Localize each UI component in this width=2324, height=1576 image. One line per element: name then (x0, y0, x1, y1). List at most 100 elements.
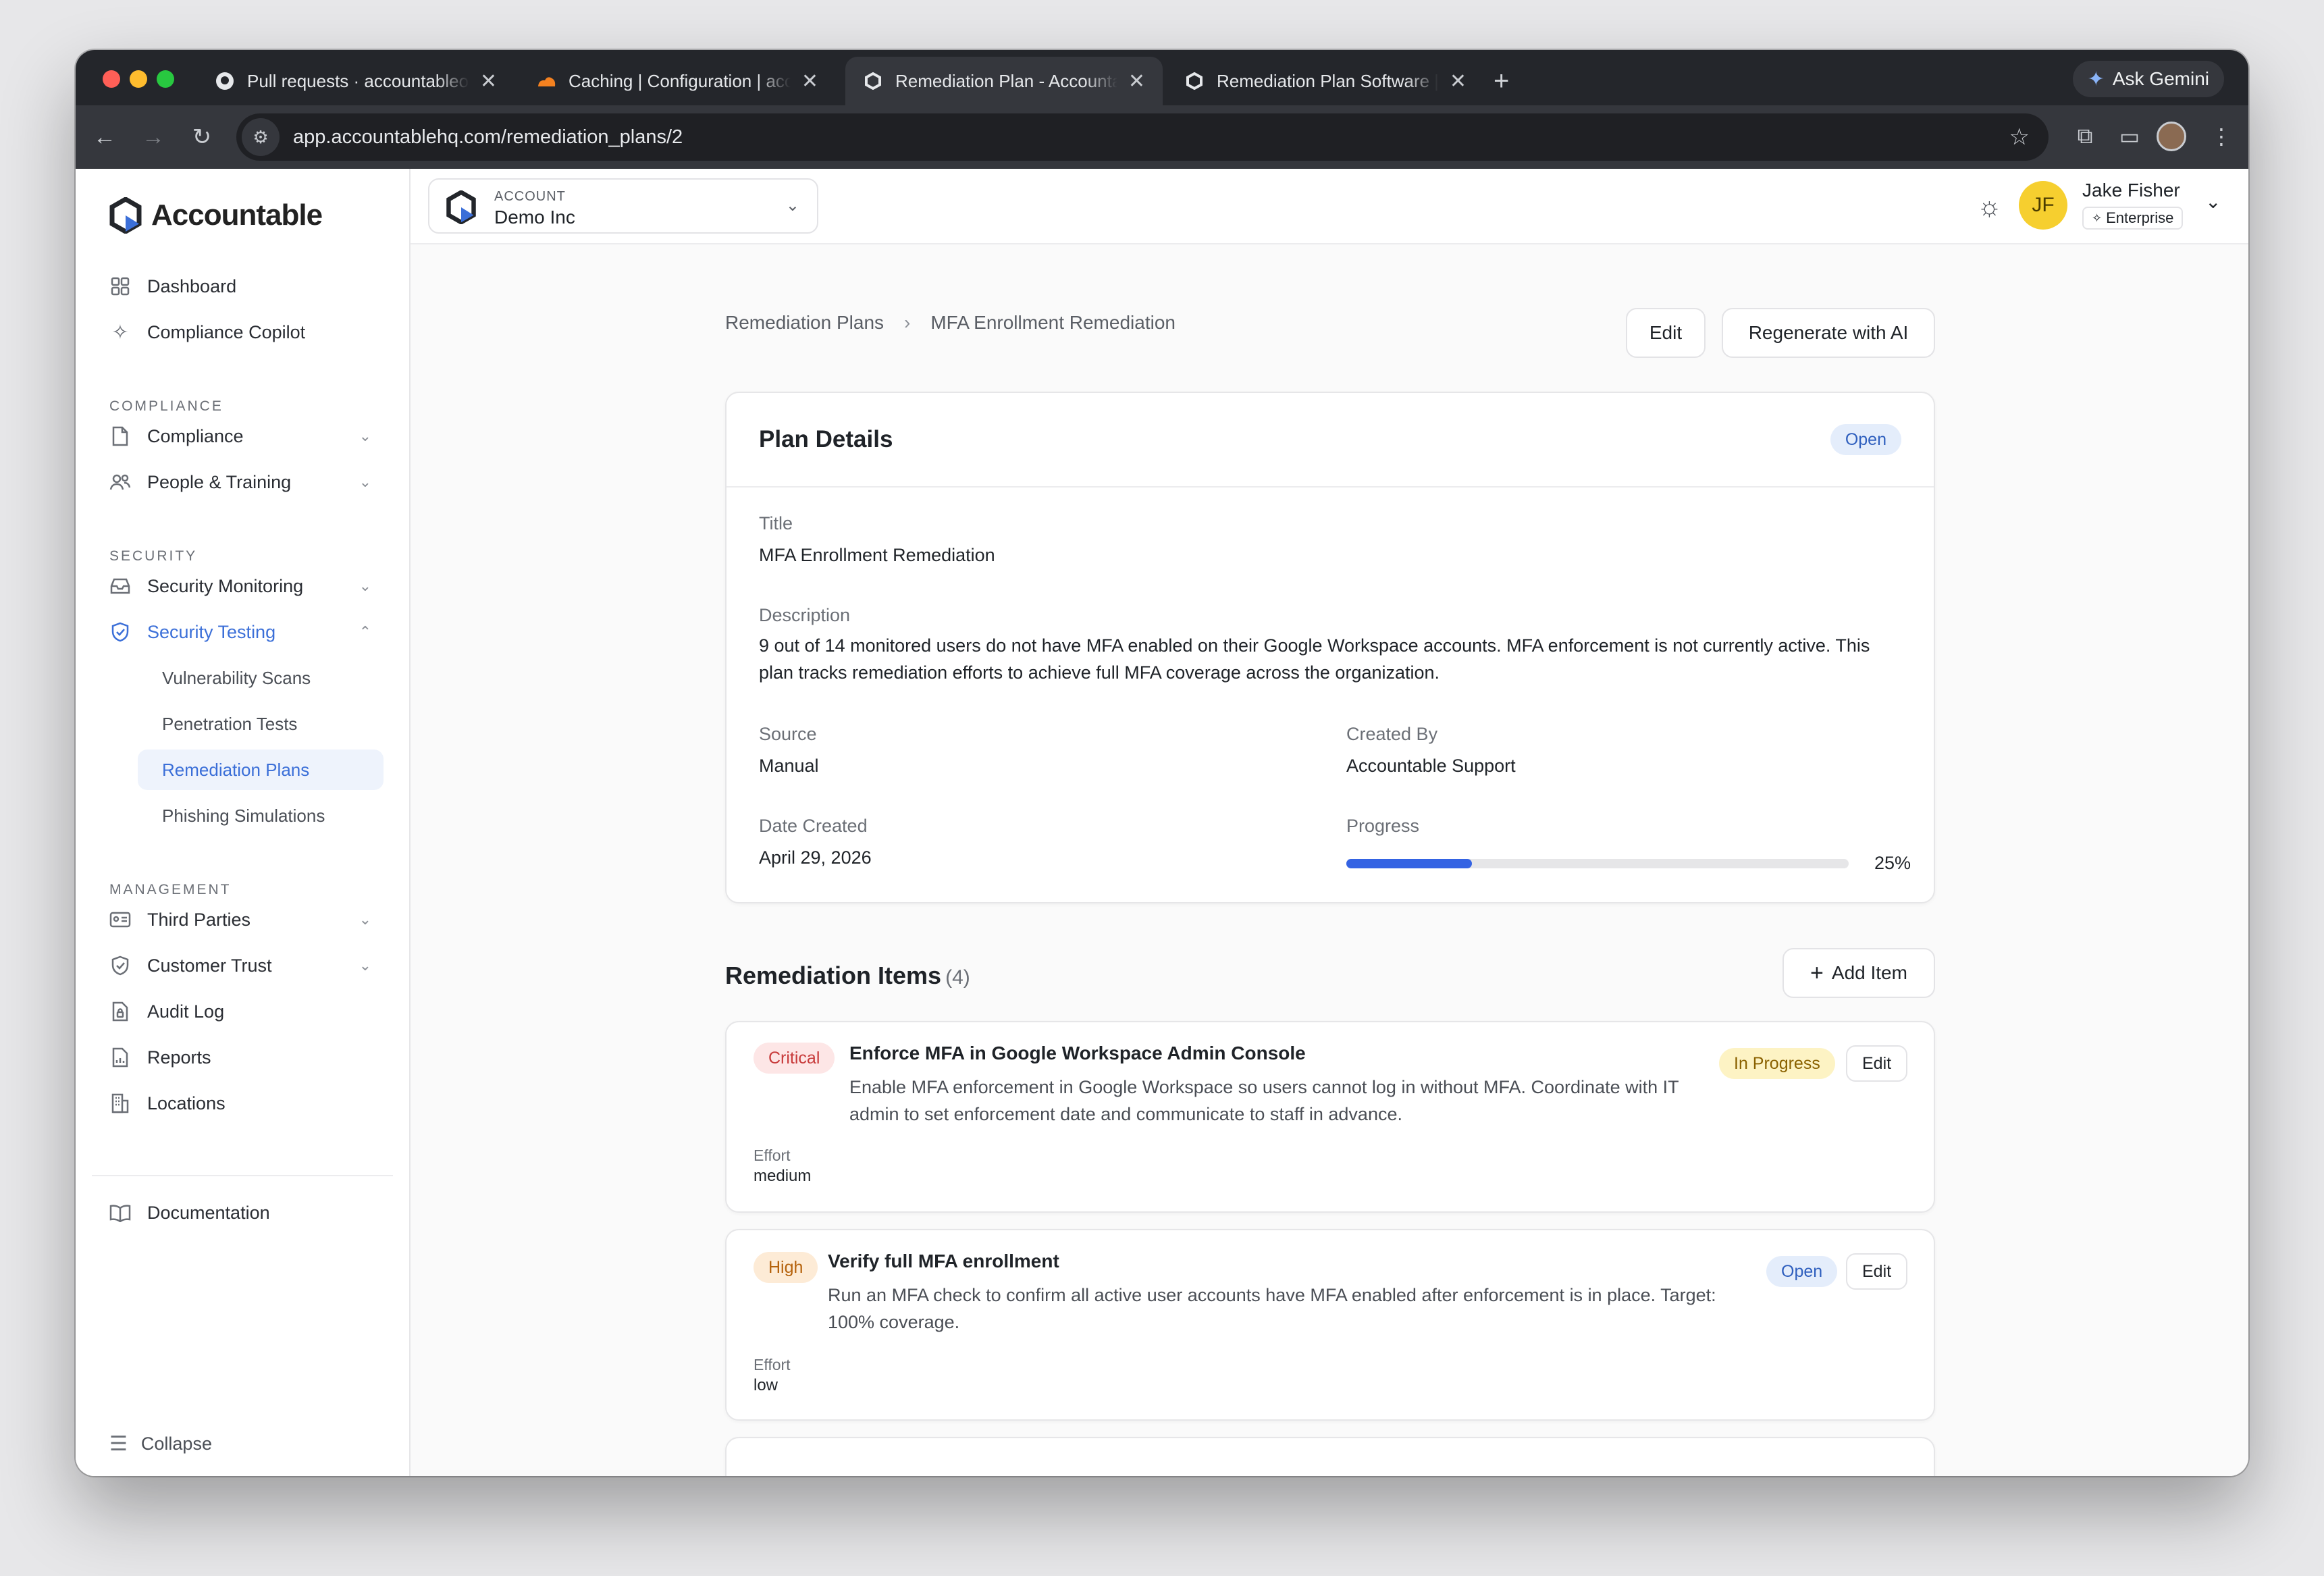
plan-details-card: Plan Details Open Title MFA Enrollment R… (725, 392, 1935, 903)
title-label: Title (759, 513, 793, 533)
effort-value: medium (754, 1167, 812, 1185)
main-content: Remediation Plans › MFA Enrollment Remed… (411, 244, 2248, 1476)
close-window-icon[interactable] (103, 70, 120, 88)
sparkles-icon: ✧ (111, 321, 129, 344)
section-security: SECURITY (109, 548, 198, 564)
item-title: Enforce MFA in Google Workspace Admin Co… (849, 1043, 1306, 1063)
progress-label: Progress (1346, 816, 1420, 836)
ask-gemini-button[interactable]: ✦ Ask Gemini (2072, 61, 2224, 97)
user-name[interactable]: Jake Fisher (2082, 180, 2180, 201)
regenerate-with-ai-button[interactable]: Regenerate with AI (1722, 308, 1935, 358)
close-tab-icon[interactable]: ✕ (801, 70, 818, 93)
item-edit-button[interactable]: Edit (1846, 1253, 1908, 1290)
user-menu-chevron-icon[interactable]: ⌄ (2205, 190, 2221, 213)
plan-badge: ✧ Enterprise (2082, 207, 2184, 230)
source-label: Source (759, 724, 817, 744)
sidebar-item-dashboard[interactable]: Dashboard (108, 266, 378, 307)
description-value: 9 out of 14 monitored users do not have … (759, 635, 1870, 683)
inbox-icon (108, 574, 132, 598)
item-description: Enable MFA enforcement in Google Workspa… (849, 1077, 1679, 1124)
title-value: MFA Enrollment Remediation (759, 545, 995, 565)
remediation-items-heading: Remediation Items (4) (725, 962, 970, 989)
forward-arrow-icon[interactable]: → (136, 120, 170, 154)
browser-tab-github[interactable]: Pull requests · accountableorg ✕ (197, 57, 514, 105)
chevron-up-icon: ⌃ (359, 623, 371, 640)
back-arrow-icon[interactable]: ← (88, 120, 122, 154)
close-tab-icon[interactable]: ✕ (1450, 70, 1467, 93)
sidebar-item-remediation-plans[interactable]: Remediation Plans (138, 750, 384, 790)
section-management: MANAGEMENT (109, 882, 232, 897)
app: Accountable Dashboard ✧ Compliance Copil… (76, 169, 2248, 1476)
priority-badge: Critical (754, 1043, 835, 1074)
github-icon (215, 71, 235, 91)
date-created-label: Date Created (759, 816, 868, 836)
maximize-window-icon[interactable] (157, 70, 174, 88)
progress-value: 25% (1874, 853, 1911, 873)
url-text[interactable]: app.accountablehq.com/remediation_plans/… (293, 126, 683, 149)
site-settings-icon[interactable]: ⚙ (242, 118, 280, 156)
sidebar-item-people-training[interactable]: People & Training ⌄ (108, 462, 378, 502)
source-value: Manual (759, 756, 819, 776)
id-card-icon (108, 908, 132, 932)
browser-profile-avatar[interactable] (2157, 122, 2186, 151)
browser-menu-icon[interactable]: ⋮ (2204, 119, 2239, 154)
item-status-badge: Open (1766, 1256, 1838, 1287)
report-file-icon (108, 1045, 132, 1070)
brand-logo[interactable]: Accountable (109, 197, 323, 234)
browser-tab-remediation-plan[interactable]: Remediation Plan - Accountable ✕ (845, 57, 1163, 105)
plus-icon: + (1810, 960, 1824, 986)
date-created-value: April 29, 2026 (759, 847, 872, 868)
account-logo-icon (446, 190, 477, 228)
sidebar-item-vulnerability-scans[interactable]: Vulnerability Scans (138, 658, 384, 698)
new-tab-icon[interactable]: + (1494, 63, 1509, 99)
breadcrumb-parent-link[interactable]: Remediation Plans (725, 312, 884, 334)
accountable-favicon-icon (863, 71, 883, 91)
browser-window: Pull requests · accountableorg ✕ Caching… (76, 50, 2248, 1476)
sidebar-item-documentation[interactable]: Documentation (108, 1192, 378, 1233)
sidebar-item-locations[interactable]: Locations (108, 1083, 378, 1124)
sidebar-item-security-monitoring[interactable]: Security Monitoring ⌄ (108, 566, 378, 606)
item-title: Verify full MFA enrollment (828, 1251, 1059, 1271)
sidebar-item-customer-trust[interactable]: Customer Trust ⌄ (108, 945, 378, 986)
sidebar: Accountable Dashboard ✧ Compliance Copil… (76, 169, 411, 1476)
effort-value: low (754, 1376, 778, 1394)
accountable-favicon-icon (1184, 71, 1205, 91)
collapse-sidebar-button[interactable]: ☰ Collapse (109, 1432, 212, 1456)
sidebar-item-audit-log[interactable]: Audit Log (108, 991, 378, 1032)
reload-icon[interactable]: ↻ (185, 120, 219, 154)
item-edit-button[interactable]: Edit (1846, 1045, 1908, 1082)
sidebar-item-third-parties[interactable]: Third Parties ⌄ (108, 899, 378, 940)
created-by-label: Created By (1346, 724, 1438, 744)
sidebar-item-compliance-copilot[interactable]: ✧ Compliance Copilot (108, 312, 378, 352)
chevron-down-icon: ⌄ (359, 911, 371, 928)
theme-toggle-sun-icon[interactable]: ☼ (1977, 192, 2002, 222)
remediation-item-card: Critical Enforce MFA in Google Workspace… (725, 1021, 1935, 1213)
progress-bar-fill (1346, 859, 1472, 868)
sidebar-item-compliance[interactable]: Compliance ⌄ (108, 416, 378, 456)
account-switcher[interactable]: ACCOUNT Demo Inc ⌄ (428, 178, 818, 234)
tab-search-icon[interactable]: ▭ (2112, 119, 2147, 154)
sidebar-divider (92, 1175, 393, 1176)
accountable-logo-icon (109, 197, 142, 234)
bookmark-star-icon[interactable]: ☆ (2009, 124, 2030, 151)
user-avatar[interactable]: JF (2019, 181, 2067, 230)
shield-check-icon (108, 620, 132, 644)
sidebar-item-penetration-tests[interactable]: Penetration Tests (138, 704, 384, 744)
edit-plan-button[interactable]: Edit (1626, 308, 1706, 358)
effort-label: Effort (754, 1147, 791, 1164)
sidebar-item-security-testing[interactable]: Security Testing ⌃ (108, 612, 378, 652)
extensions-icon[interactable]: ⧉ (2067, 119, 2103, 154)
browser-tab-caching[interactable]: Caching | Configuration | acco ✕ (519, 57, 836, 105)
close-tab-icon[interactable]: ✕ (1128, 70, 1145, 93)
sidebar-item-reports[interactable]: Reports (108, 1037, 378, 1078)
browser-tab-remediation-software[interactable]: Remediation Plan Software | A ✕ (1167, 57, 1484, 105)
description-label: Description (759, 605, 851, 625)
breadcrumb-current: MFA Enrollment Remediation (930, 312, 1176, 333)
sidebar-item-phishing-simulations[interactable]: Phishing Simulations (138, 795, 384, 836)
address-bar[interactable]: ⚙ app.accountablehq.com/remediation_plan… (236, 113, 2049, 161)
add-item-button[interactable]: + Add Item (1782, 948, 1935, 998)
building-icon (108, 1091, 132, 1115)
minimize-window-icon[interactable] (130, 70, 147, 88)
close-tab-icon[interactable]: ✕ (480, 70, 497, 93)
menu-lines-icon: ☰ (109, 1433, 128, 1455)
